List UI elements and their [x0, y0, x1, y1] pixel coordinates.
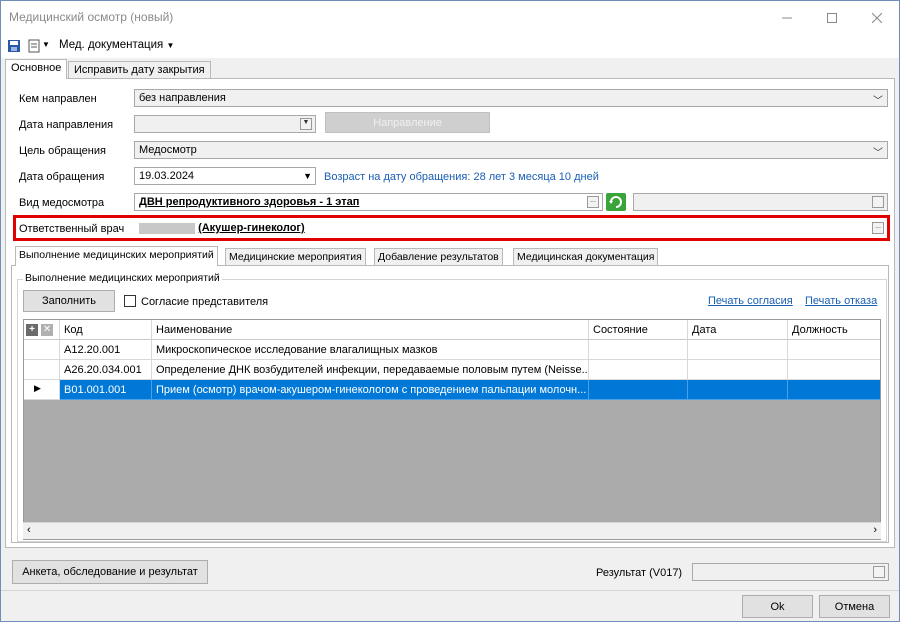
vid-label: Вид медосмотра: [19, 197, 105, 209]
ok-button[interactable]: Ok: [742, 595, 813, 618]
tab-fix-close-date[interactable]: Исправить дату закрытия: [68, 61, 211, 78]
column-header-code[interactable]: Код: [60, 320, 152, 340]
close-icon: [871, 12, 882, 23]
table-row[interactable]: A12.20.001 Микроскопическое исследование…: [24, 340, 880, 360]
cell-name: Определение ДНК возбудителей инфекции, п…: [152, 360, 589, 380]
data-napr-field[interactable]: ▼: [134, 115, 316, 133]
ellipsis-button[interactable]: [873, 566, 885, 578]
ellipsis-button[interactable]: ...: [587, 196, 599, 208]
cancel-button[interactable]: Отмена: [819, 595, 890, 618]
cell-name: Прием (осмотр) врачом-акушером-гинеколог…: [152, 380, 589, 400]
age-text: Возраст на дату обращения: 28 лет 3 меся…: [324, 171, 599, 183]
napravlenie-button[interactable]: Направление: [325, 112, 490, 133]
consent-label: Согласие представителя: [141, 296, 269, 308]
cel-select[interactable]: Медосмотр ﹀: [134, 141, 888, 159]
chevron-down-icon[interactable]: ▼: [42, 40, 50, 49]
scroll-left-icon[interactable]: ‹: [27, 524, 31, 536]
table-row-selected[interactable]: ▶ B01.001.001 Прием (осмотр) врачом-акуш…: [24, 380, 880, 400]
toolbar: ▼ Мед. документация ▼: [1, 34, 899, 58]
tab-main[interactable]: Основное: [5, 59, 68, 79]
print-consent-link[interactable]: Печать согласия: [708, 295, 793, 307]
table-header: + ✕ Код Наименование Состояние Дата Долж…: [24, 320, 880, 340]
minimize-button[interactable]: [764, 1, 809, 34]
column-header-state[interactable]: Состояние: [589, 320, 688, 340]
maximize-button[interactable]: [809, 1, 854, 34]
highlight-box: [13, 215, 890, 241]
vid-extra-field[interactable]: [633, 193, 888, 211]
chevron-down-icon: ▼: [166, 41, 175, 50]
dialog-window: Медицинский осмотр (новый) ▼ Мед. докуме…: [0, 0, 900, 622]
anketa-button[interactable]: Анкета, обследование и результат: [12, 560, 208, 584]
measures-table: + ✕ Код Наименование Состояние Дата Долж…: [23, 319, 881, 540]
consent-checkbox[interactable]: [124, 295, 136, 307]
column-header-position[interactable]: Должность: [788, 320, 880, 340]
title-bar: Медицинский осмотр (новый): [1, 1, 899, 34]
data-napr-label: Дата направления: [19, 119, 114, 131]
cel-label: Цель обращения: [19, 145, 106, 157]
chevron-down-icon: ﹀: [873, 148, 883, 159]
calendar-dropdown-icon[interactable]: ▼: [300, 118, 312, 130]
data-obr-field[interactable]: 19.03.2024 ▼: [134, 167, 316, 185]
data-obr-label: Дата обращения: [19, 171, 105, 183]
napravlen-label: Кем направлен: [19, 93, 97, 105]
subtab-dokumentaciya[interactable]: Медицинская документация: [513, 248, 659, 265]
print-preview-icon[interactable]: [27, 39, 41, 53]
row-pointer-icon: ▶: [24, 380, 60, 400]
subtab-dobavlenie[interactable]: Добавление результатов: [374, 248, 503, 265]
fill-button[interactable]: Заполнить: [23, 290, 115, 312]
group-title: Выполнение медицинских мероприятий: [23, 272, 222, 284]
cell-code: B01.001.001: [60, 380, 152, 400]
chevron-down-icon: ﹀: [873, 96, 883, 107]
napravlen-select[interactable]: без направления ﹀: [134, 89, 888, 107]
close-button[interactable]: [854, 1, 899, 34]
subtab-vypolnenie[interactable]: Выполнение медицинских мероприятий: [15, 246, 218, 266]
delete-row-icon[interactable]: ✕: [41, 324, 54, 336]
result-field[interactable]: [692, 563, 889, 581]
cell-code: A12.20.001: [60, 340, 152, 360]
scroll-right-icon[interactable]: ›: [873, 524, 877, 536]
ellipsis-button[interactable]: [872, 196, 884, 208]
divider: [1, 590, 899, 591]
horizontal-scrollbar[interactable]: ‹ ›: [23, 522, 881, 539]
column-header-date[interactable]: Дата: [688, 320, 788, 340]
vid-field[interactable]: ДВН репродуктивного здоровья - 1 этап ..…: [134, 193, 603, 211]
cell-name: Микроскопическое исследование влагалищны…: [152, 340, 589, 360]
result-label: Результат (V017): [596, 567, 683, 579]
cell-code: A26.20.034.001: [60, 360, 152, 380]
window-title: Медицинский осмотр (новый): [9, 10, 174, 24]
refresh-icon[interactable]: [606, 193, 626, 211]
minimize-icon: [781, 17, 792, 18]
save-icon[interactable]: [7, 39, 21, 53]
calendar-dropdown-icon[interactable]: ▼: [303, 171, 312, 181]
add-row-icon[interactable]: +: [26, 324, 38, 336]
column-header-name[interactable]: Наименование: [152, 320, 589, 340]
print-refusal-link[interactable]: Печать отказа: [805, 295, 877, 307]
subtab-meropriyatiya[interactable]: Медицинские мероприятия: [225, 248, 366, 265]
table-row[interactable]: A26.20.034.001 Определение ДНК возбудите…: [24, 360, 880, 380]
med-docs-menu[interactable]: Мед. документация ▼: [59, 39, 174, 51]
maximize-icon: [826, 12, 837, 23]
